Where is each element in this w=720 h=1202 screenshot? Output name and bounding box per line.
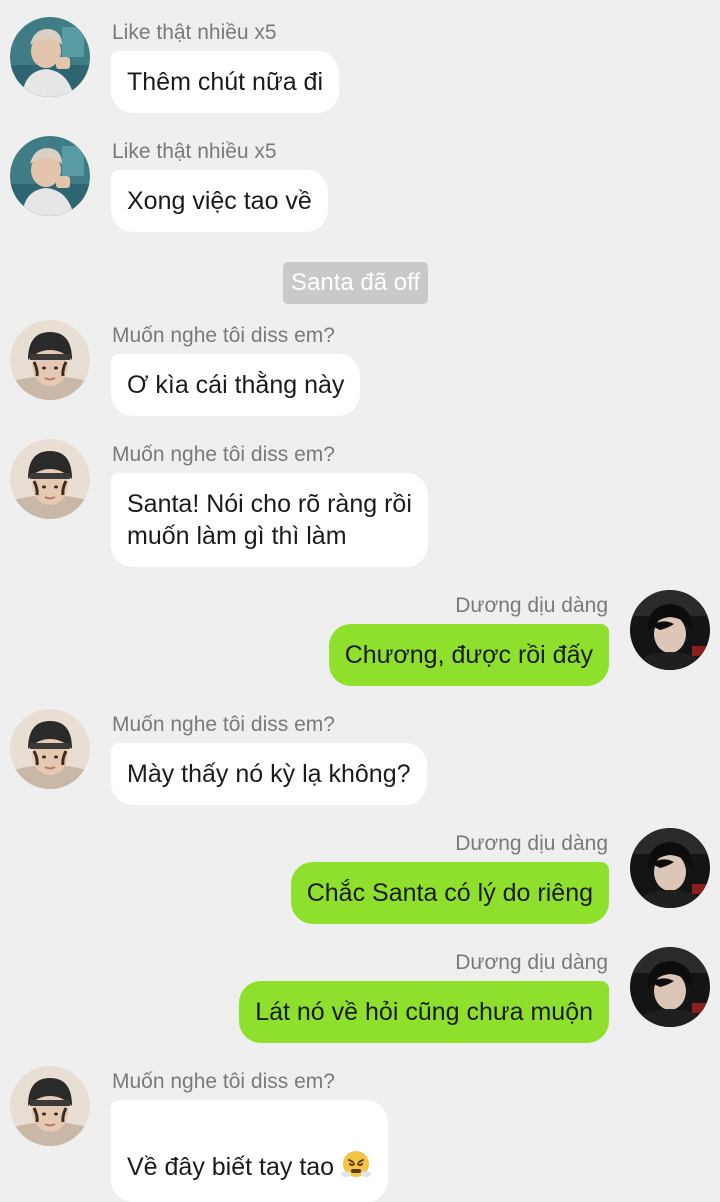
message-text: Xong việc tao về	[127, 187, 312, 215]
avatar-santa[interactable]	[10, 17, 90, 97]
incoming-message-bubble[interactable]: Về đây biết tay tao	[111, 1100, 389, 1202]
incoming-message-bubble[interactable]: Ơ kìa cái thằng này	[111, 354, 361, 416]
message-text: Thêm chút nữa đi	[127, 68, 323, 96]
system-notice: Santa đã off	[283, 262, 428, 304]
avatar-duong[interactable]	[630, 828, 710, 908]
message-text: Lát nó về hỏi cũng chưa muộn	[255, 998, 593, 1026]
outgoing-message-bubble[interactable]: Chắc Santa có lý do riêng	[290, 862, 609, 924]
sender-name: Dương dịu dàng	[455, 594, 608, 617]
sender-name: Like thật nhiều x5	[112, 140, 277, 163]
message-text: Chương, được rồi đấy	[344, 641, 593, 669]
incoming-message-bubble[interactable]: Mày thấy nó kỳ lạ không?	[111, 743, 427, 805]
incoming-message-bubble[interactable]: Santa! Nói cho rõ ràng rồi muốn làm gì t…	[111, 473, 428, 567]
avatar-beanie[interactable]	[10, 439, 90, 519]
message-text: Về đây biết tay tao	[127, 1153, 335, 1181]
incoming-message-bubble[interactable]: Thêm chút nữa đi	[111, 51, 339, 113]
sender-name: Dương dịu dàng	[455, 951, 608, 974]
sender-name: Muốn nghe tôi diss em?	[112, 324, 335, 347]
incoming-message-bubble[interactable]: Xong việc tao về	[111, 170, 328, 232]
chat-thread[interactable]: Santa đã off Like thật nhiều x5 Thêm chút…	[0, 0, 720, 1202]
sender-name: Muốn nghe tôi diss em?	[112, 443, 335, 466]
avatar-beanie[interactable]	[10, 1066, 90, 1146]
avatar-santa[interactable]	[10, 136, 90, 216]
sender-name: Muốn nghe tôi diss em?	[112, 713, 335, 736]
message-text: Santa! Nói cho rõ ràng rồi muốn làm gì t…	[127, 490, 412, 550]
sender-name: Dương dịu dàng	[455, 832, 608, 855]
avatar-beanie[interactable]	[10, 709, 90, 789]
sender-name: Like thật nhiều x5	[112, 21, 277, 44]
message-text: Ơ kìa cái thằng này	[127, 371, 345, 399]
outgoing-message-bubble[interactable]: Lát nó về hỏi cũng chưa muộn	[239, 981, 609, 1043]
message-text: Mày thấy nó kỳ lạ không?	[127, 760, 411, 788]
avatar-duong[interactable]	[630, 947, 710, 1027]
message-text: Chắc Santa có lý do riêng	[306, 879, 593, 907]
avatar-duong[interactable]	[630, 590, 710, 670]
avatar-beanie[interactable]	[10, 320, 90, 400]
outgoing-message-bubble[interactable]: Chương, được rồi đấy	[328, 624, 609, 686]
sender-name: Muốn nghe tôi diss em?	[112, 1070, 335, 1093]
steam-from-nose-icon	[340, 1115, 372, 1187]
